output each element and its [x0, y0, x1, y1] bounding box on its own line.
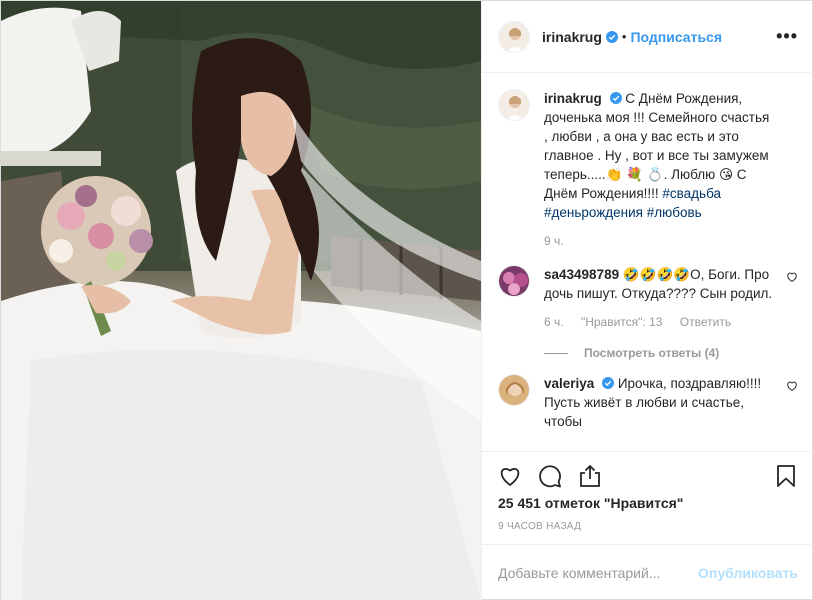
post-header: irinakrug • Подписаться ••• — [482, 1, 813, 73]
comment-body: valeriya Ирочка, поздравляю!!!! Пусть жи… — [544, 374, 798, 431]
post-actions-bar — [482, 451, 813, 499]
comment-avatar[interactable] — [498, 374, 530, 406]
comment-item: valeriya Ирочка, поздравляю!!!! Пусть жи… — [498, 374, 798, 431]
comment-input[interactable] — [498, 564, 699, 581]
caption-username[interactable]: irinakrug — [544, 91, 602, 106]
comment-icon[interactable] — [538, 464, 562, 488]
caption-meta: 9 ч. — [544, 232, 776, 251]
comment-avatar[interactable] — [498, 265, 530, 297]
comment-meta: 6 ч. "Нравится": 13 Ответить — [544, 313, 776, 332]
comment-username[interactable]: valeriya — [544, 376, 594, 391]
verified-badge-icon — [605, 30, 618, 43]
comment-avatar-image — [499, 266, 529, 296]
caption-body: irinakrug С Днём Рождения, доченька моя … — [544, 89, 798, 251]
post-side-panel: irinakrug • Подписаться ••• irinakrug С … — [481, 1, 813, 600]
comment-like-heart-icon[interactable] — [786, 271, 798, 283]
comment-body: sa43498789 🤣🤣🤣🤣О, Боги. Про дочь пишут. … — [544, 265, 798, 332]
publish-button[interactable]: Опубликовать — [698, 565, 798, 581]
post-timestamp: 9 ЧАСОВ НАЗАД — [498, 521, 582, 532]
post-photo[interactable] — [1, 1, 481, 600]
heart-icon[interactable] — [498, 464, 522, 488]
view-replies-toggle[interactable]: Посмотреть ответы (4) — [544, 346, 798, 360]
verified-badge-icon — [602, 377, 615, 389]
instagram-post: irinakrug • Подписаться ••• irinakrug С … — [0, 0, 813, 600]
comment-avatar-image — [499, 375, 529, 405]
wedding-photo-illustration — [1, 1, 481, 600]
comment-like-heart-icon[interactable] — [786, 380, 798, 392]
comments-list[interactable]: irinakrug С Днём Рождения, доченька моя … — [482, 73, 813, 451]
comment-username[interactable]: sa43498789 — [544, 267, 619, 282]
author-username[interactable]: irinakrug — [542, 29, 602, 45]
hashtag-link[interactable]: #деньрождения — [544, 205, 643, 220]
share-icon[interactable] — [578, 464, 602, 488]
follow-button[interactable]: Подписаться — [630, 29, 722, 45]
view-replies-label[interactable]: Посмотреть ответы (4) — [584, 346, 719, 360]
comment-composer: Опубликовать — [482, 544, 813, 600]
caption-text: С Днём Рождения, доченька моя !!! Семейн… — [544, 91, 770, 201]
hashtag-link[interactable]: #свадьба — [662, 186, 721, 201]
caption-avatar-image — [499, 90, 529, 120]
comment-item: sa43498789 🤣🤣🤣🤣О, Боги. Про дочь пишут. … — [498, 265, 798, 332]
comment-likes[interactable]: "Нравится": 13 — [581, 315, 663, 329]
author-avatar-image — [499, 21, 529, 52]
comment-time: 6 ч. — [544, 315, 564, 329]
likes-count[interactable]: 25 451 отметок "Нравится" — [498, 495, 683, 511]
caption-avatar[interactable] — [498, 89, 530, 121]
separator-dot: • — [621, 29, 627, 44]
caption-item: irinakrug С Днём Рождения, доченька моя … — [498, 89, 798, 251]
caption-time: 9 ч. — [544, 234, 564, 248]
bookmark-icon[interactable] — [774, 464, 798, 488]
author-avatar[interactable] — [498, 20, 530, 53]
replies-divider-line — [544, 352, 568, 354]
verified-badge-icon — [609, 92, 622, 104]
reply-button[interactable]: Ответить — [680, 315, 731, 329]
more-options-icon[interactable]: ••• — [776, 26, 798, 47]
hashtag-link[interactable]: #любовь — [647, 205, 702, 220]
